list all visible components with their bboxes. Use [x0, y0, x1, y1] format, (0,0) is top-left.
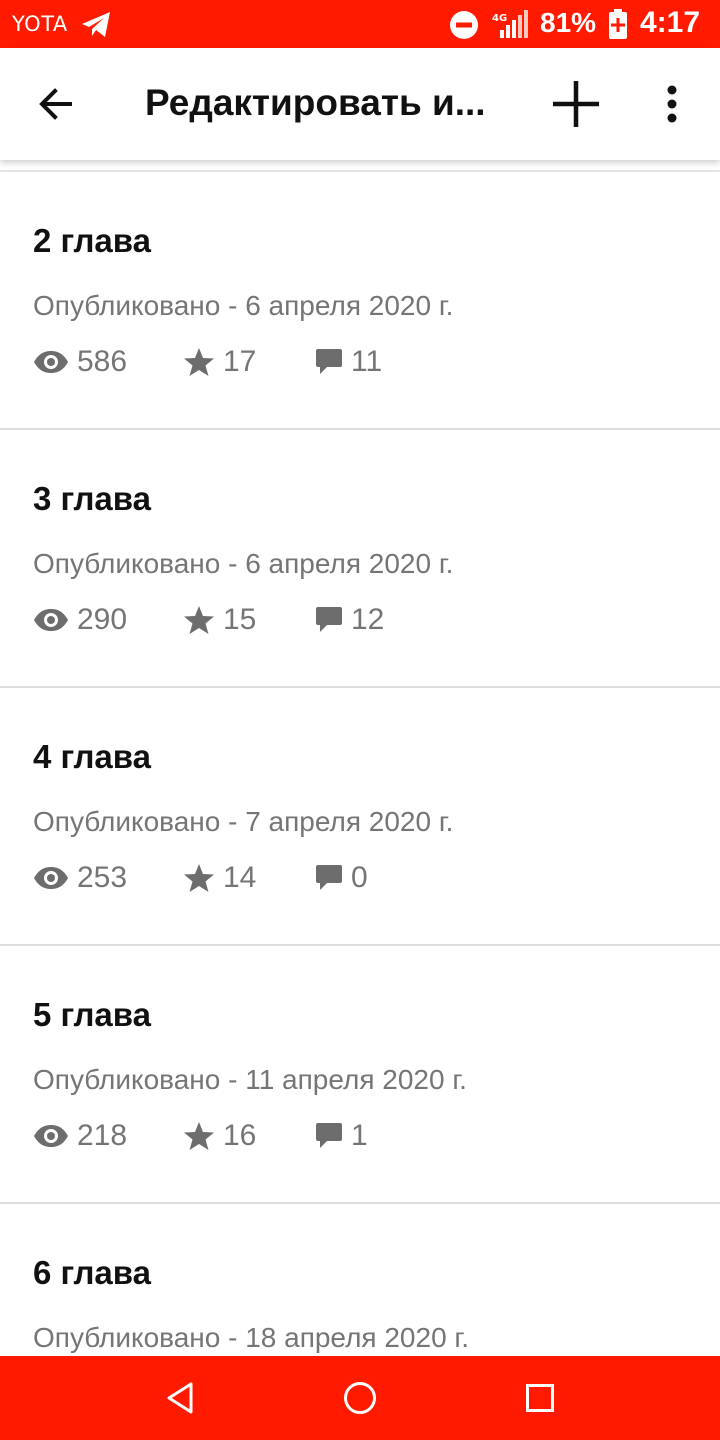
back-button[interactable] — [24, 72, 88, 136]
chapter-title: 5 глава — [33, 996, 151, 1033]
recents-square-icon — [526, 1384, 554, 1412]
chapter-item[interactable]: 2 глава Опубликовано - 6 апреля 2020 г. … — [0, 172, 720, 430]
chapter-published-date: Опубликовано - 6 апреля 2020 г. — [33, 548, 454, 579]
chapter-stats: 290 15 12 — [33, 600, 633, 640]
battery-percentage: 81% — [540, 7, 597, 38]
comment-icon — [316, 607, 342, 632]
views-count: 586 — [77, 345, 128, 378]
chapter-list: 2 глава Опубликовано - 6 апреля 2020 г. … — [0, 160, 720, 1356]
views-stat: 218 — [33, 1116, 127, 1156]
chapter-stats: 218 16 1 — [33, 1116, 633, 1156]
comments-stat: 12 — [315, 600, 384, 640]
nav-back-button[interactable] — [156, 1374, 204, 1422]
comments-count: 12 — [351, 603, 385, 636]
chapter-stats: 253 14 0 — [33, 858, 633, 898]
comments-stat: 1 — [315, 1116, 368, 1156]
votes-stat: 14 — [183, 858, 256, 898]
star-icon — [184, 606, 214, 634]
telegram-icon — [80, 10, 112, 40]
plus-icon — [553, 81, 599, 127]
eye-icon — [34, 351, 68, 373]
votes-count: 14 — [223, 861, 257, 894]
star-icon — [184, 1122, 214, 1150]
arrow-back-icon — [39, 88, 72, 120]
chapter-title: 3 глава — [33, 480, 151, 517]
more-options-button[interactable] — [648, 72, 696, 136]
votes-count: 17 — [223, 345, 257, 378]
comment-icon — [316, 865, 342, 890]
votes-stat: 15 — [183, 600, 256, 640]
signal-icon: 4G — [492, 10, 530, 40]
comment-icon — [316, 1123, 342, 1148]
eye-icon — [34, 1125, 68, 1147]
network-type-label: 4G — [492, 13, 507, 24]
views-count: 218 — [77, 1119, 128, 1152]
carrier-name: YOTA — [12, 12, 68, 36]
chapter-published-date: Опубликовано - 6 апреля 2020 г. — [33, 290, 454, 321]
comment-icon — [316, 349, 342, 374]
chapter-published-date: Опубликовано - 18 апреля 2020 г. — [33, 1322, 469, 1353]
back-triangle-icon — [167, 1382, 193, 1414]
status-bar: YOTA 4G 81% 4:17 — [0, 0, 720, 48]
eye-icon — [34, 867, 68, 889]
views-stat: 586 — [33, 342, 127, 382]
views-count: 253 — [77, 861, 128, 894]
star-icon — [184, 864, 214, 892]
chapter-published-date: Опубликовано - 7 апреля 2020 г. — [33, 806, 454, 837]
do-not-disturb-icon — [449, 10, 479, 40]
nav-recents-button[interactable] — [516, 1374, 564, 1422]
chapter-item[interactable]: 5 глава Опубликовано - 11 апреля 2020 г.… — [0, 946, 720, 1204]
clock: 4:17 — [640, 6, 701, 39]
views-count: 290 — [77, 603, 128, 636]
chapter-published-date: Опубликовано - 11 апреля 2020 г. — [33, 1064, 467, 1095]
views-stat: 290 — [33, 600, 127, 640]
comments-count: 11 — [351, 345, 383, 378]
add-chapter-button[interactable] — [540, 72, 612, 136]
votes-stat: 17 — [183, 342, 256, 382]
battery-charging-icon — [608, 9, 628, 39]
chapter-title: 6 глава — [33, 1254, 151, 1291]
comments-stat: 11 — [315, 342, 382, 382]
votes-count: 16 — [223, 1119, 257, 1152]
star-icon — [184, 348, 214, 376]
chapter-stats: 586 17 11 — [33, 342, 633, 382]
home-circle-icon — [344, 1382, 376, 1414]
views-stat: 253 — [33, 858, 127, 898]
chapter-title: 4 глава — [33, 738, 151, 775]
chapter-title: 2 глава — [33, 222, 151, 259]
votes-count: 15 — [223, 603, 257, 636]
nav-home-button[interactable] — [336, 1374, 384, 1422]
comments-stat: 0 — [315, 858, 368, 898]
eye-icon — [34, 609, 68, 631]
chapter-item[interactable]: 6 глава Опубликовано - 18 апреля 2020 г. — [0, 1204, 720, 1356]
comments-count: 1 — [351, 1119, 368, 1152]
chapter-item[interactable]: 3 глава Опубликовано - 6 апреля 2020 г. … — [0, 430, 720, 688]
more-vert-icon — [667, 85, 677, 123]
chapter-item[interactable]: 4 глава Опубликовано - 7 апреля 2020 г. … — [0, 688, 720, 946]
app-bar: Редактировать и... — [0, 48, 720, 160]
comments-count: 0 — [351, 861, 368, 894]
navigation-bar — [0, 1356, 720, 1440]
votes-stat: 16 — [183, 1116, 256, 1156]
page-title: Редактировать и... — [145, 82, 486, 123]
